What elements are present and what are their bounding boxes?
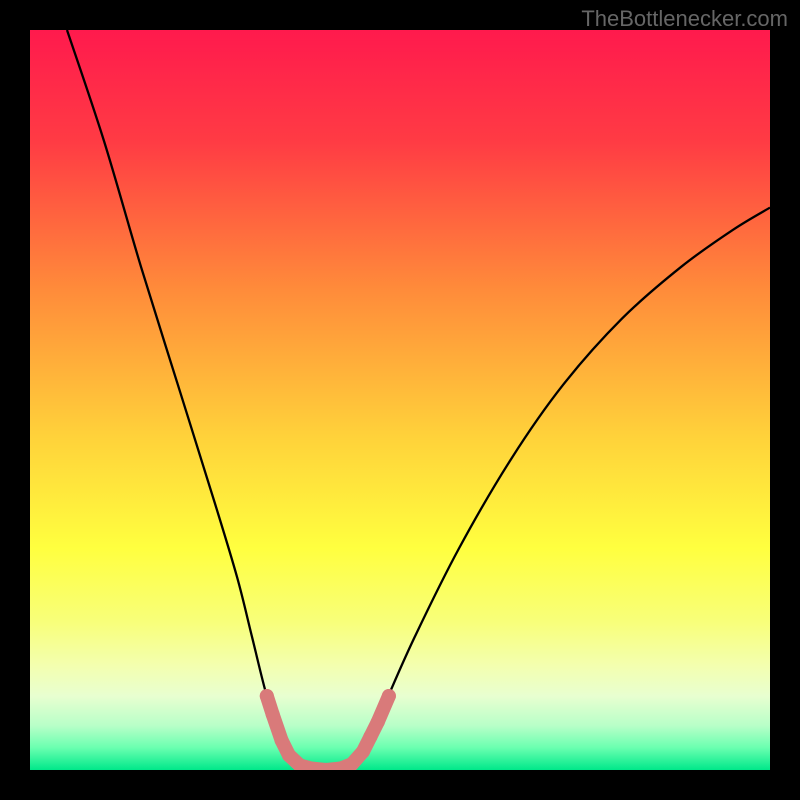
marker-point xyxy=(382,689,396,703)
data-markers xyxy=(260,689,396,770)
marker-point xyxy=(363,730,377,744)
watermark-text: TheBottlenecker.com xyxy=(581,6,788,32)
marker-point xyxy=(356,745,370,759)
marker-point xyxy=(266,708,280,722)
chart-curves xyxy=(30,30,770,770)
marker-point xyxy=(275,733,289,747)
marker-point xyxy=(282,748,296,762)
marker-point xyxy=(260,689,274,703)
chart-plot-area xyxy=(30,30,770,770)
bottleneck-curve xyxy=(67,30,770,770)
marker-point xyxy=(371,715,385,729)
